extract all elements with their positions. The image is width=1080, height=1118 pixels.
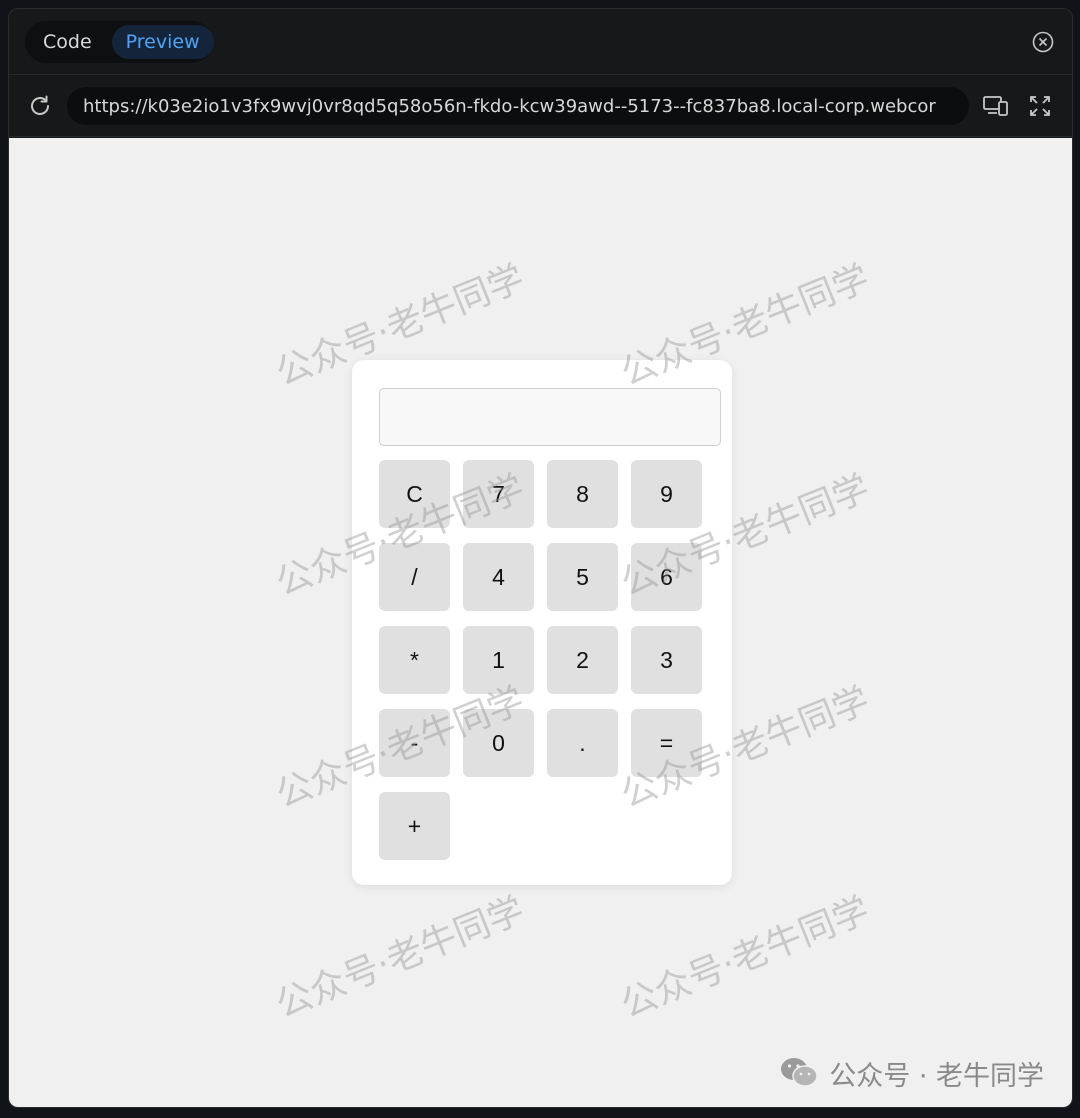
close-icon[interactable] [1032,31,1054,53]
preview-pane: C 7 8 9/4 5 6 * 1 2 3-0. = + 公众号·老牛同学 公众号·老牛同学 公众号·… [9,138,1072,1107]
key-3-button[interactable]: 3 [631,626,702,694]
reload-icon[interactable] [27,93,53,119]
responsive-devices-icon[interactable] [982,94,1010,118]
url-text: https://k03e2io1v3fx9wvj0vr8qd5q58o56n-f… [83,95,936,117]
calculator-keypad: C 7 8 9 /4 5 6 * 1 2 3 -0. = + [379,460,702,860]
preview-tab[interactable]: Preview [111,25,214,59]
fullscreen-icon[interactable] [1028,94,1052,118]
key-subtract-button[interactable]: - [379,709,450,777]
brand-watermark: 公众号 · 老牛同学 [779,1054,1044,1093]
watermark-text: 公众号·老牛同学 [270,889,530,1027]
code-tab[interactable]: Code [29,25,106,59]
key-8-button[interactable]: 8 [547,460,618,528]
key-clear-button[interactable]: C [379,460,450,528]
key-9-button[interactable]: 9 [631,460,702,528]
calculator: C 7 8 9 /4 5 6 * 1 2 3 -0. = + [352,360,732,885]
key-decimal-button[interactable]: . [547,709,618,777]
key-divide-button[interactable]: / [379,543,450,611]
wechat-logo [779,1055,819,1093]
key-4-button[interactable]: 4 [463,543,534,611]
top-toolbar: Code Preview [9,9,1072,75]
key-2-button[interactable]: 2 [547,626,618,694]
preview-window: Code Preview https://k03e2io1v3fx9wvj0vr… [8,8,1073,1108]
key-6-button[interactable]: 6 [631,543,702,611]
key-equals-button[interactable]: = [631,709,702,777]
brand-text: 公众号 · 老牛同学 [829,1061,1044,1092]
calculator-display[interactable] [379,388,721,446]
key-0-button[interactable]: 0 [463,709,534,777]
url-input[interactable]: https://k03e2io1v3fx9wvj0vr8qd5q58o56n-f… [67,87,969,125]
key-add-button[interactable]: + [379,792,450,860]
key-multiply-button[interactable]: * [379,626,450,694]
key-1-button[interactable]: 1 [463,626,534,694]
address-bar: https://k03e2io1v3fx9wvj0vr8qd5q58o56n-f… [9,75,1072,137]
watermark-text: 公众号·老牛同学 [615,889,875,1027]
key-5-button[interactable]: 5 [547,543,618,611]
view-mode-toggle: Code Preview [25,21,214,63]
key-7-button[interactable]: 7 [463,460,534,528]
